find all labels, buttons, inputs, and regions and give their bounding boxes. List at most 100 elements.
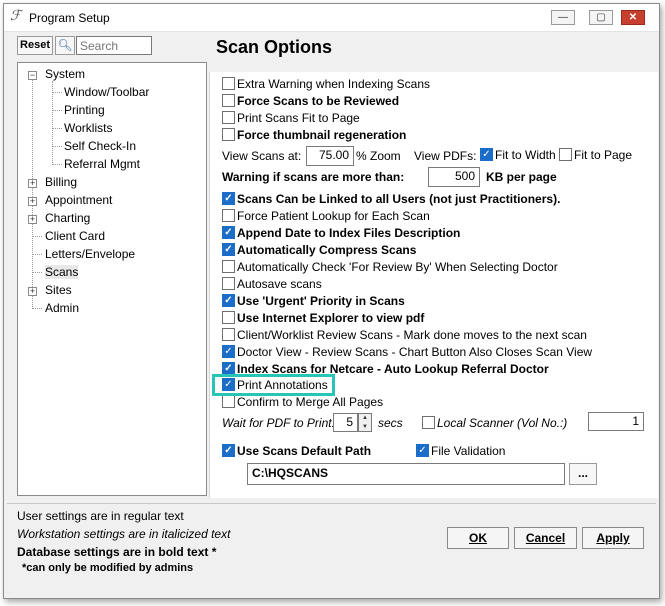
checkbox-icon[interactable] bbox=[559, 148, 572, 162]
use-ie-option[interactable]: Use Internet Explorer to view pdf bbox=[222, 311, 424, 327]
check-icon[interactable]: ✓ bbox=[222, 243, 235, 257]
tree-item-referral-mgmt[interactable]: Referral Mgmt bbox=[64, 157, 140, 171]
tree-item-worklists[interactable]: Worklists bbox=[64, 121, 112, 135]
tree-item-billing[interactable]: Billing bbox=[45, 175, 77, 189]
doctor-view-option[interactable]: ✓ Doctor View - Review Scans - Chart Butt… bbox=[222, 345, 592, 361]
checkbox-icon[interactable] bbox=[222, 260, 235, 274]
tree-connector bbox=[52, 128, 62, 129]
autosave-option[interactable]: Autosave scans bbox=[222, 277, 322, 293]
append-date-option[interactable]: ✓ Append Date to Index Files Description bbox=[222, 226, 460, 242]
legend-note: *can only be modified by admins bbox=[22, 562, 194, 574]
client-worklist-option[interactable]: Client/Worklist Review Scans - Mark done… bbox=[222, 328, 587, 344]
tree-connector bbox=[32, 254, 42, 255]
down-arrow-icon[interactable]: ▼ bbox=[359, 423, 371, 432]
fit-to-width-option[interactable]: ✓ Fit to Width bbox=[480, 148, 556, 164]
highlight-annotation bbox=[212, 374, 335, 396]
expander-icon[interactable]: + bbox=[28, 197, 37, 206]
tree-item-printing[interactable]: Printing bbox=[64, 103, 105, 117]
check-icon[interactable]: ✓ bbox=[480, 148, 493, 162]
settings-tree: − System Window/Toolbar Printing Worklis… bbox=[17, 62, 207, 496]
default-path-option[interactable]: ✓ Use Scans Default Path bbox=[222, 444, 371, 460]
checkbox-icon[interactable] bbox=[222, 328, 235, 342]
tree-connector bbox=[32, 77, 33, 309]
checkbox-icon[interactable] bbox=[222, 277, 235, 291]
checkbox-icon[interactable] bbox=[222, 111, 235, 125]
force-patient-lookup-option[interactable]: Force Patient Lookup for Each Scan bbox=[222, 209, 430, 225]
checkbox-icon[interactable] bbox=[422, 416, 435, 430]
tree-connector bbox=[52, 164, 62, 165]
expander-icon[interactable]: + bbox=[28, 179, 37, 188]
panel-title: Scan Options bbox=[216, 37, 333, 57]
app-icon: ℱ bbox=[10, 8, 22, 24]
minimize-button[interactable]: — bbox=[551, 10, 575, 25]
magnifier-icon[interactable]: 🔍︎ bbox=[55, 36, 75, 55]
tree-connector bbox=[52, 92, 62, 93]
confirm-merge-option[interactable]: Confirm to Merge All Pages bbox=[222, 395, 383, 411]
view-scans-zoom-input[interactable]: 75.00 bbox=[306, 146, 354, 166]
check-icon[interactable]: ✓ bbox=[222, 444, 235, 458]
extra-warning-option[interactable]: Extra Warning when Indexing Scans bbox=[222, 77, 430, 93]
tree-item-admin[interactable]: Admin bbox=[45, 301, 79, 315]
checkbox-icon[interactable] bbox=[222, 128, 235, 142]
check-icon[interactable]: ✓ bbox=[222, 226, 235, 240]
wait-pdf-stepper[interactable]: ▲ ▼ bbox=[358, 413, 372, 432]
program-setup-window: ℱ Program Setup — ▢ ✕ Reset 🔍︎ − System … bbox=[3, 3, 660, 599]
auto-compress-option[interactable]: ✓ Automatically Compress Scans bbox=[222, 243, 416, 259]
force-thumb-option[interactable]: Force thumbnail regeneration bbox=[222, 128, 406, 144]
scans-path-input[interactable]: C:\HQSCANS bbox=[247, 463, 565, 485]
warning-size-label: Warning if scans are more than: bbox=[222, 170, 405, 184]
ok-button[interactable]: OK bbox=[447, 527, 509, 549]
local-scanner-volume-input[interactable]: 1 bbox=[588, 412, 644, 431]
legend-italic: Workstation settings are in italicized t… bbox=[17, 527, 231, 541]
tree-item-sites[interactable]: Sites bbox=[45, 283, 72, 297]
zoom-label: % Zoom bbox=[356, 149, 401, 163]
tree-item-window-toolbar[interactable]: Window/Toolbar bbox=[64, 85, 149, 99]
print-fit-option[interactable]: Print Scans Fit to Page bbox=[222, 111, 360, 127]
file-validation-option[interactable]: ✓ File Validation bbox=[416, 444, 505, 460]
view-pdfs-label: View PDFs: bbox=[414, 149, 477, 163]
expander-icon[interactable]: + bbox=[28, 287, 37, 296]
expander-icon[interactable]: + bbox=[28, 215, 37, 224]
wait-pdf-input[interactable]: 5 bbox=[333, 413, 358, 432]
window-title: Program Setup bbox=[29, 11, 110, 25]
check-icon[interactable]: ✓ bbox=[222, 294, 235, 308]
auto-check-review-option[interactable]: Automatically Check 'For Review By' When… bbox=[222, 260, 558, 276]
fit-to-page-option[interactable]: Fit to Page bbox=[559, 148, 632, 164]
checkbox-icon[interactable] bbox=[222, 209, 235, 223]
close-button[interactable]: ✕ bbox=[621, 10, 645, 25]
view-scans-label: View Scans at: bbox=[222, 149, 302, 163]
check-icon[interactable]: ✓ bbox=[222, 192, 235, 206]
expander-icon[interactable]: − bbox=[28, 71, 37, 80]
cancel-button[interactable]: Cancel bbox=[514, 527, 577, 549]
tree-connector bbox=[32, 272, 42, 273]
force-review-option[interactable]: Force Scans to be Reviewed bbox=[222, 94, 399, 110]
browse-button[interactable]: ... bbox=[569, 463, 597, 485]
wait-pdf-label: Wait for PDF to Print: bbox=[222, 416, 335, 430]
tree-item-self-check-in[interactable]: Self Check-In bbox=[64, 139, 136, 153]
reset-button[interactable]: Reset bbox=[17, 36, 53, 55]
tree-connector bbox=[52, 110, 62, 111]
up-arrow-icon[interactable]: ▲ bbox=[359, 414, 371, 423]
apply-button[interactable]: Apply bbox=[582, 527, 644, 549]
tree-item-system[interactable]: System bbox=[45, 67, 85, 81]
tree-item-client-card[interactable]: Client Card bbox=[45, 229, 105, 243]
local-scanner-option[interactable]: Local Scanner (Vol No.:) bbox=[422, 416, 567, 432]
title-bar[interactable]: ℱ Program Setup — ▢ ✕ bbox=[4, 4, 659, 32]
secs-label: secs bbox=[378, 416, 403, 430]
checkbox-icon[interactable] bbox=[222, 311, 235, 325]
divider bbox=[7, 503, 656, 504]
tree-item-letters-envelope[interactable]: Letters/Envelope bbox=[45, 247, 135, 261]
check-icon[interactable]: ✓ bbox=[416, 444, 429, 458]
maximize-button[interactable]: ▢ bbox=[589, 10, 613, 25]
tree-item-charting[interactable]: Charting bbox=[45, 211, 90, 225]
urgent-priority-option[interactable]: ✓ Use 'Urgent' Priority in Scans bbox=[222, 294, 405, 310]
checkbox-icon[interactable] bbox=[222, 94, 235, 108]
checkbox-icon[interactable] bbox=[222, 77, 235, 91]
tree-item-appointment[interactable]: Appointment bbox=[45, 193, 112, 207]
warning-size-input[interactable]: 500 bbox=[428, 167, 480, 187]
tree-item-scans[interactable]: Scans bbox=[45, 265, 79, 279]
link-all-users-option[interactable]: ✓ Scans Can be Linked to all Users (not j… bbox=[222, 192, 560, 208]
check-icon[interactable]: ✓ bbox=[222, 345, 235, 359]
search-input[interactable] bbox=[76, 36, 152, 55]
checkbox-icon[interactable] bbox=[222, 395, 235, 409]
